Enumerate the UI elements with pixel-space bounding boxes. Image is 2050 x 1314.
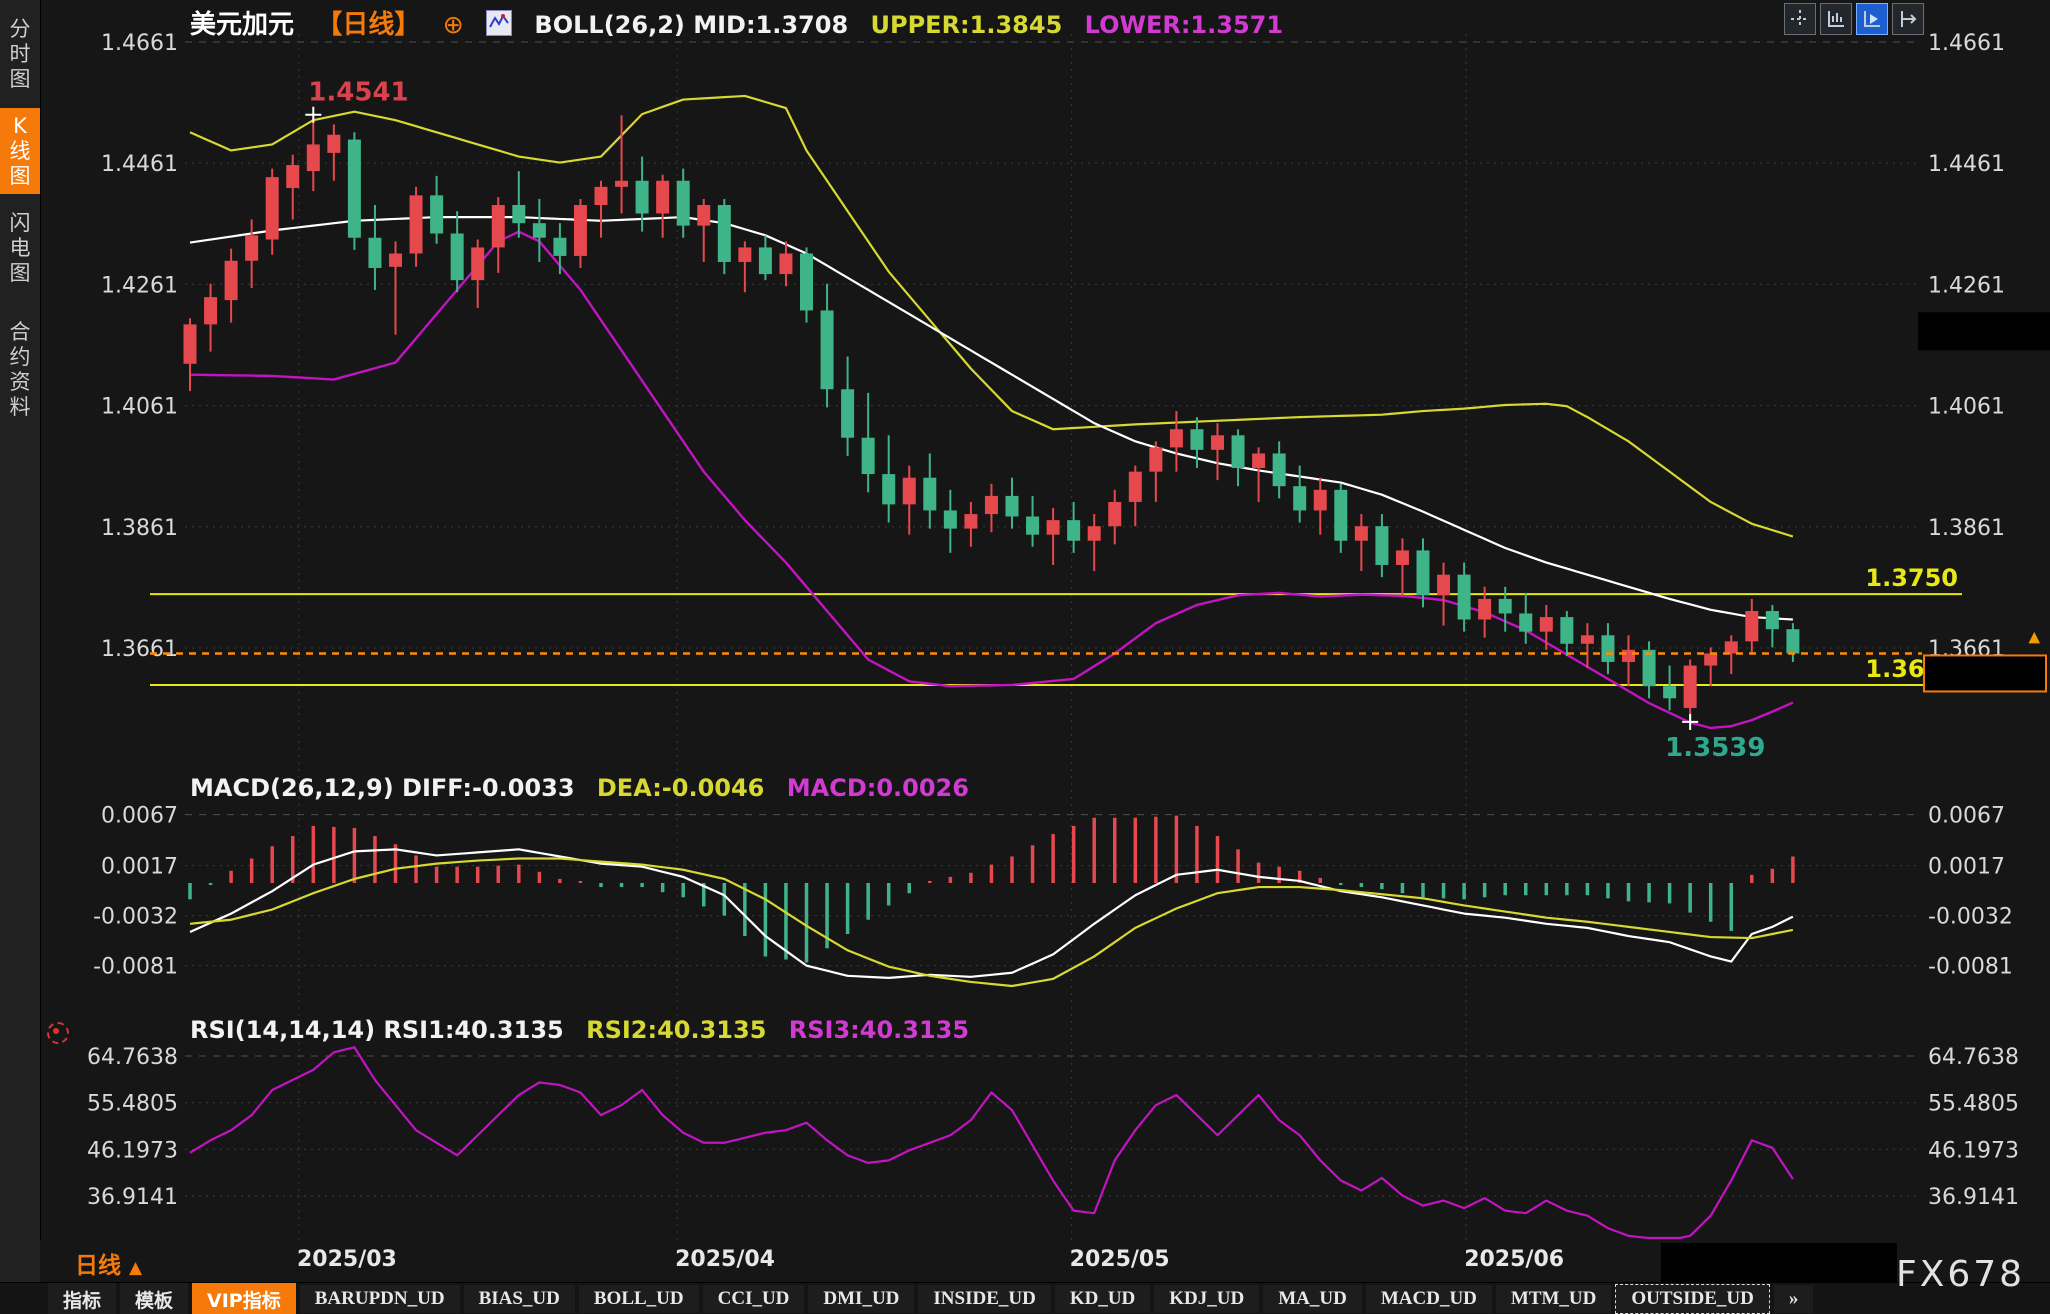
resistance-level-label: 1.3750 xyxy=(1865,564,1958,592)
toolbar-item-»[interactable]: » xyxy=(1774,1285,1814,1313)
main-chart-header: 美元加元 【日线】 ⊕ BOLL(26,2) MID:1.3708 UPPER:… xyxy=(190,4,1297,41)
toolbar-item-模板[interactable]: 模板 xyxy=(120,1283,188,1314)
toolbar-item-MA_UD[interactable]: MA_UD xyxy=(1263,1285,1362,1313)
toolbar-item-MACD_UD[interactable]: MACD_UD xyxy=(1366,1285,1492,1313)
axis-tick-label: 0.0067 xyxy=(101,804,178,829)
macd-panel xyxy=(190,816,1793,986)
crosshair-move-icon[interactable] xyxy=(1784,3,1816,35)
period-selector[interactable]: 日线 ▲ xyxy=(75,1246,142,1280)
svg-text:▲: ▲ xyxy=(2028,627,2040,645)
axis-tick-label: 1.4061 xyxy=(1928,395,2005,420)
axis-tick-label: 1.4461 xyxy=(1928,152,2005,177)
toolbar-item-MTM_UD[interactable]: MTM_UD xyxy=(1496,1285,1611,1313)
x-axis-month-label: 2025/06 xyxy=(1464,1247,1564,1272)
rsi3-value: RSI3:40.3135 xyxy=(789,1016,969,1044)
bollinger-bands xyxy=(190,96,1793,728)
toolbar-item-CCI_UD[interactable]: CCI_UD xyxy=(703,1285,805,1313)
axis-zoom-icon[interactable] xyxy=(1820,3,1852,35)
rsi1-value: RSI(14,14,14) RSI1:40.3135 xyxy=(190,1016,564,1044)
macd-diff-value: MACD(26,12,9) DIFF:-0.0033 xyxy=(190,774,575,802)
axis-tick-label: -0.0081 xyxy=(1928,955,2013,980)
axis-play-icon[interactable] xyxy=(1856,3,1888,35)
price-tags: 1.3652 ▲ 1.4182 xyxy=(150,312,2050,691)
price-chart-svg[interactable]: 1.4661 1.4661 1.4461 1.4461 1.4261 1.4261 1.40… xyxy=(0,0,2050,1240)
toolbar-item-BOLL_UD[interactable]: BOLL_UD xyxy=(579,1285,699,1313)
axis-tick-label: 55.4805 xyxy=(87,1092,178,1117)
axis-tick-label: 0.0017 xyxy=(1928,855,2005,880)
period-tag[interactable]: 【日线】 xyxy=(316,10,420,40)
axis-tick-label: 36.9141 xyxy=(87,1185,178,1210)
brand-watermark: FX678 xyxy=(1896,1254,2025,1295)
axis-tick-label: 36.9141 xyxy=(1928,1185,2019,1210)
axis-tick-label: 1.4661 xyxy=(1928,31,2005,56)
boll-lower-value: LOWER:1.3571 xyxy=(1085,11,1283,39)
axis-tick-label: 1.4661 xyxy=(101,31,178,56)
axis-tick-label: 1.3661 xyxy=(101,637,178,662)
axis-tick-label: 55.4805 xyxy=(1928,1092,2019,1117)
low-price-label: 1.3539 xyxy=(1665,733,1765,763)
rsi2-value: RSI2:40.3135 xyxy=(586,1016,766,1044)
toolbar-item-INSIDE_UD[interactable]: INSIDE_UD xyxy=(918,1285,1050,1313)
axis-pan-icon[interactable] xyxy=(1892,3,1924,35)
macd-hist-value: MACD:0.0026 xyxy=(787,774,969,802)
toolbar-item-VIP指标[interactable]: VIP指标 xyxy=(192,1283,296,1314)
last-price-tag: 1.3652 xyxy=(1934,660,2030,689)
axis-tick-label: 46.1973 xyxy=(87,1138,178,1163)
toolbar-item-BIAS_UD[interactable]: BIAS_UD xyxy=(464,1285,575,1313)
axis-tick-label: 1.4261 xyxy=(101,273,178,298)
toolbar-item-KDJ_UD[interactable]: KDJ_UD xyxy=(1154,1285,1259,1313)
chart-style-icon[interactable] xyxy=(486,10,512,36)
symbol-name: 美元加元 xyxy=(190,10,294,40)
axis-tick-label: -0.0032 xyxy=(1928,905,2013,930)
indicator-toolbar: 指标模板VIP指标BARUPDN_UDBIAS_UDBOLL_UDCCI_UDD… xyxy=(0,1282,2050,1314)
axis-tick-label: 1.4461 xyxy=(101,152,178,177)
axis-tick-label: 1.3861 xyxy=(1928,516,2005,541)
toolbar-item-BARUPDN_UD[interactable]: BARUPDN_UD xyxy=(300,1285,460,1313)
axis-tick-label: 1.4061 xyxy=(101,395,178,420)
toolbar-item-KD_UD[interactable]: KD_UD xyxy=(1055,1285,1150,1313)
indicator-settings-icon[interactable] xyxy=(47,1022,69,1044)
axis-tick-label: 64.7638 xyxy=(1928,1045,2019,1070)
x-axis-month-label: 2025/04 xyxy=(675,1247,775,1272)
triangle-up-icon: ▲ xyxy=(129,1258,142,1278)
candlesticks xyxy=(184,115,1800,722)
chart-tools-group xyxy=(1784,3,1924,35)
high-price-label: 1.4541 xyxy=(308,78,408,108)
toolbar-item-OUTSIDE_UD[interactable]: OUTSIDE_UD xyxy=(1615,1284,1769,1314)
macd-dea-value: DEA:-0.0046 xyxy=(597,774,765,802)
axis-tick-label: 1.4261 xyxy=(1928,273,2005,298)
boll-values: BOLL(26,2) MID:1.3708 xyxy=(534,11,848,39)
gridlines xyxy=(185,34,1920,1240)
macd-header: MACD(26,12,9) DIFF:-0.0033 DEA:-0.0046 M… xyxy=(190,774,983,802)
axis-tick-label: 1.3861 xyxy=(101,516,178,541)
axis-tick-label: -0.0081 xyxy=(93,955,178,980)
date-axis-row: 日线 ▲ 2025/06/17 星期二 2025/03 2025/04 2025/05… xyxy=(40,1240,2050,1282)
toolbar-item-DMI_UD[interactable]: DMI_UD xyxy=(808,1285,914,1313)
current-date-label: 2025/06/17 星期二 xyxy=(1660,1243,1896,1283)
x-axis-month-label: 2025/03 xyxy=(297,1247,397,1272)
reference-price-tag: 1.4182 xyxy=(1932,318,2028,347)
axis-tick-label: -0.0032 xyxy=(93,905,178,930)
rsi-panel xyxy=(190,1047,1793,1238)
rsi-header: RSI(14,14,14) RSI1:40.3135 RSI2:40.3135 … xyxy=(190,1016,983,1044)
axis-tick-label: 64.7638 xyxy=(87,1045,178,1070)
axis-tick-label: 0.0017 xyxy=(101,855,178,880)
app-window: 分 时 图K 线 图闪 电 图合 约 资 料 1.46611.46611.446… xyxy=(0,0,2050,1314)
boll-upper-value: UPPER:1.3845 xyxy=(871,11,1063,39)
add-indicator-icon[interactable]: ⊕ xyxy=(443,10,464,39)
x-axis-month-label: 2025/05 xyxy=(1070,1247,1170,1272)
period-selector-label: 日线 xyxy=(75,1253,121,1279)
axis-tick-label: 46.1973 xyxy=(1928,1138,2019,1163)
toolbar-item-指标[interactable]: 指标 xyxy=(48,1283,116,1314)
axis-tick-label: 0.0067 xyxy=(1928,804,2005,829)
